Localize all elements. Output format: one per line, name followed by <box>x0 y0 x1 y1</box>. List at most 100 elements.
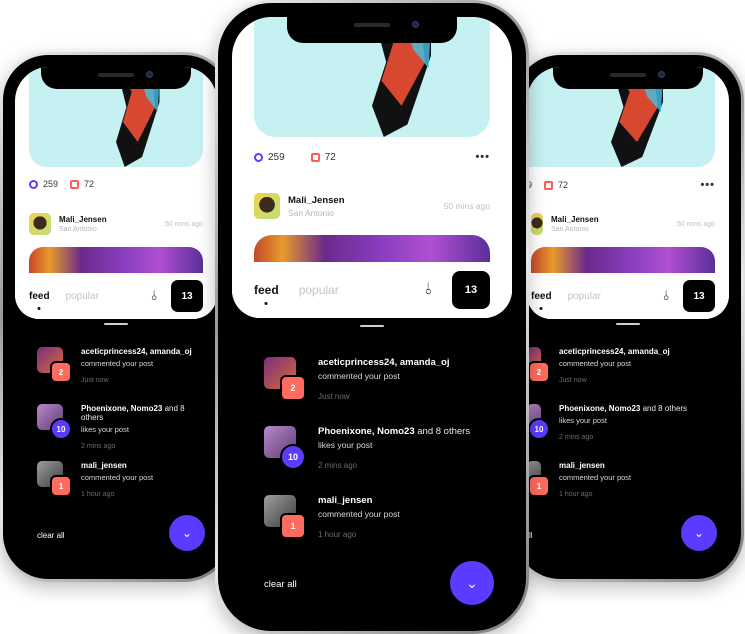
comment-square-icon <box>310 152 320 162</box>
notification-action: likes your post <box>559 416 607 425</box>
notification-count-button[interactable]: 13 <box>683 280 715 312</box>
tab-feed[interactable]: feed <box>531 291 552 302</box>
expand-button[interactable]: ⌄ <box>681 515 717 551</box>
notification-time: Just now <box>318 392 350 401</box>
notification-thumb: 10 <box>37 404 72 440</box>
tabs-bar: feed popular ⫰ 13 <box>15 273 217 319</box>
notification-count: 1 <box>50 475 72 497</box>
notification-text: Phoenixone, Nomo23 and 8 others likes yo… <box>312 426 470 470</box>
notification-item[interactable]: 2 aceticprincess24, amanda_oj commented … <box>527 347 715 384</box>
notification-count: 10 <box>280 444 306 470</box>
avatar <box>254 193 280 219</box>
notification-thumb: 2 <box>527 347 550 383</box>
tabs-bar: feed popular ⫰ 13 <box>527 273 729 319</box>
notification-time: Just now <box>81 377 109 384</box>
notification-item[interactable]: 10 Phoenixone, Nomo23 and 8 others likes… <box>37 404 203 450</box>
drag-handle[interactable] <box>616 323 640 325</box>
notch <box>41 67 191 89</box>
likes-stat[interactable]: 259 <box>254 152 285 163</box>
phone-center-bezel: 259 72 ••• Mali_Jensen San Antonio 50 mi… <box>218 3 526 631</box>
clear-all-button[interactable]: clear all <box>264 579 297 590</box>
notification-item[interactable]: 2 aceticprincess24, amanda_oj commented … <box>264 357 492 401</box>
comments-count: 72 <box>324 151 336 163</box>
post-time: 50 mins ago <box>443 201 490 211</box>
filter-icon[interactable]: ⫰ <box>663 288 669 304</box>
comments-stat[interactable]: 72 <box>310 151 336 163</box>
notification-count-button[interactable]: 13 <box>171 280 203 312</box>
filter-icon[interactable]: ⫰ <box>425 281 432 299</box>
notification-count: 2 <box>528 361 550 383</box>
more-options-icon[interactable]: ••• <box>700 179 715 191</box>
drag-handle[interactable] <box>360 325 384 327</box>
more-options-icon[interactable]: ••• <box>475 151 490 163</box>
comment-square-icon <box>544 180 554 190</box>
notification-thumb: 2 <box>264 357 306 401</box>
tab-popular[interactable]: popular <box>299 283 339 297</box>
notification-names: aceticprincess24, amanda_oj <box>559 347 670 356</box>
notification-count: 1 <box>528 475 550 497</box>
post-stats: 259 72 <box>29 179 203 189</box>
post-card: 259 72 ••• Mali_Jensen San Antonio 50 mi… <box>232 17 512 318</box>
author-location: San Antonio <box>551 226 589 233</box>
notification-count-button[interactable]: 13 <box>452 271 490 309</box>
phone-right: 259 72 ••• Mali_Jensen San Antonio 50 mi… <box>512 52 744 582</box>
notification-names: aceticprincess24, amanda_oj <box>81 347 192 356</box>
tab-feed[interactable]: feed <box>29 291 50 302</box>
comments-stat[interactable]: 72 <box>70 179 94 189</box>
notification-names-rest: and 8 others <box>414 426 471 437</box>
tab-feed[interactable]: feed <box>254 283 279 297</box>
comment-square-icon <box>70 179 80 189</box>
tab-popular[interactable]: popular <box>66 291 99 302</box>
notification-count: 10 <box>528 418 550 440</box>
notification-item[interactable]: 10 Phoenixone, Nomo23 and 8 others likes… <box>527 404 715 441</box>
notification-text: mali_jensen commented your post 1 hour a… <box>312 495 400 539</box>
comments-count: 72 <box>84 179 95 189</box>
notification-time: 2 mins ago <box>559 434 594 441</box>
notification-item[interactable]: 1 mali_jensen commented your post 1 hour… <box>527 461 715 498</box>
notification-item[interactable]: 2 aceticprincess24, amanda_oj commented … <box>37 347 203 384</box>
notification-text: mali_jensen commented your post 1 hour a… <box>75 461 153 498</box>
tabs-bar: feed popular ⫰ 13 <box>232 262 512 318</box>
post-time: 50 mins ago <box>164 220 203 228</box>
notification-thumb: 10 <box>264 426 306 470</box>
phone-right-screen: 259 72 ••• Mali_Jensen San Antonio 50 mi… <box>527 67 729 567</box>
drag-handle[interactable] <box>104 323 128 325</box>
filter-icon[interactable]: ⫰ <box>151 288 157 304</box>
notification-count: 2 <box>50 361 72 383</box>
notification-action: commented your post <box>81 359 154 368</box>
notification-names: mali_jensen <box>559 461 605 470</box>
notification-item[interactable]: 1 mali_jensen commented your post 1 hour… <box>37 461 203 498</box>
notification-text: mali_jensen commented your post 1 hour a… <box>553 461 631 498</box>
expand-button[interactable]: ⌄ <box>169 515 205 551</box>
comments-stat[interactable]: 72 <box>544 180 568 190</box>
post-time: 50 mins ago <box>676 220 715 228</box>
notification-names: aceticprincess24, amanda_oj <box>318 357 450 368</box>
comments-count: 72 <box>558 180 569 190</box>
post-author[interactable]: Mali_Jensen San Antonio 50 mins ago <box>29 213 203 235</box>
notification-time: 1 hour ago <box>318 530 357 539</box>
notification-thumb: 1 <box>527 461 550 497</box>
likes-count: 259 <box>43 179 59 189</box>
notification-names: Phoenixone, Nomo23 <box>559 404 641 413</box>
notification-time: 2 mins ago <box>318 461 358 470</box>
notification-action: likes your post <box>318 440 373 450</box>
post-card: 259 72 ••• Mali_Jensen San Antonio 50 mi… <box>527 67 729 319</box>
notification-text: aceticprincess24, amanda_oj commented yo… <box>75 347 192 384</box>
clear-all-button[interactable]: clear all <box>37 531 65 540</box>
notification-text: Phoenixone, Nomo23 and 8 others likes yo… <box>75 404 203 450</box>
notification-names: Phoenixone, Nomo23 <box>81 404 163 413</box>
post-author[interactable]: Mali_Jensen San Antonio 50 mins ago <box>254 193 490 219</box>
notification-count: 1 <box>280 513 306 539</box>
tab-popular[interactable]: popular <box>568 291 601 302</box>
expand-button[interactable]: ⌄ <box>450 561 494 605</box>
notification-item[interactable]: 1 mali_jensen commented your post 1 hour… <box>264 495 492 539</box>
like-ring-icon <box>29 179 38 189</box>
notification-action: commented your post <box>318 371 400 381</box>
likes-stat[interactable]: 259 <box>29 179 58 189</box>
notch <box>553 67 703 89</box>
likes-count: 259 <box>268 151 285 163</box>
notification-names: mali_jensen <box>81 461 127 470</box>
notification-item[interactable]: 10 Phoenixone, Nomo23 and 8 others likes… <box>264 426 492 470</box>
post-author[interactable]: Mali_Jensen San Antonio 50 mins ago <box>531 213 715 235</box>
notification-thumb: 1 <box>264 495 306 539</box>
